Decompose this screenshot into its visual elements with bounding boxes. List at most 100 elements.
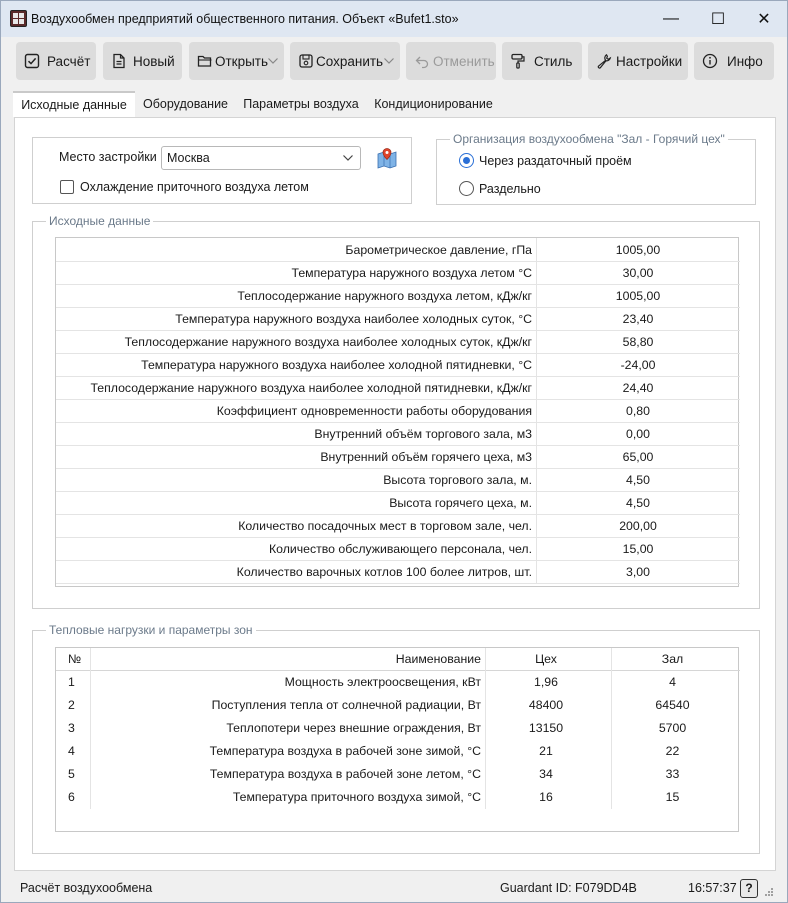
paint-roller-icon <box>511 53 525 69</box>
source-data-param-value[interactable]: 30,00 <box>537 262 739 285</box>
save-button-label: Сохранить <box>316 53 384 69</box>
map-pin-icon[interactable] <box>376 147 398 169</box>
source-data-grid: Барометрическое давление, гПа 1005,00 Темп… <box>55 237 740 587</box>
source-data-row: Высота горячего цеха, м. 4,50 <box>56 492 740 515</box>
grid-column-divider <box>90 648 91 809</box>
heat-loads-cell-shop[interactable]: 48400 <box>485 694 607 717</box>
source-data-row: Температура наружного воздуха летом °С 30… <box>56 262 740 285</box>
source-data-param-name: Внутренний объём торгового зала, м3 <box>314 427 532 441</box>
open-button[interactable]: Открыть <box>189 42 284 80</box>
source-data-param-value[interactable]: 23,40 <box>537 308 739 331</box>
tab-equipment[interactable]: Оборудование <box>135 91 236 117</box>
heat-loads-cell-num: 2 <box>68 698 75 712</box>
source-data-param-name: Количество варочных котлов 100 более лит… <box>236 565 532 579</box>
heat-loads-cell-hall[interactable]: 22 <box>611 740 734 763</box>
column-header-hall[interactable]: Зал <box>611 648 734 671</box>
column-header-num[interactable]: № <box>56 648 86 671</box>
minimize-button[interactable]: — <box>648 1 694 37</box>
column-header-name[interactable]: Наименование <box>90 648 481 671</box>
cooling-checkbox[interactable] <box>60 180 74 194</box>
heat-loads-cell-hall[interactable]: 5700 <box>611 717 734 740</box>
heat-loads-cell-hall[interactable]: 64540 <box>611 694 734 717</box>
tab-air-conditioning[interactable]: Кондиционирование <box>366 91 501 117</box>
maximize-button[interactable]: ☐ <box>695 1 741 37</box>
style-button-label: Стиль <box>534 53 573 69</box>
heat-loads-row: 3 Теплопотери через внешние ограждения, В… <box>56 717 740 740</box>
heat-loads-cell-hall[interactable]: 15 <box>611 786 734 809</box>
source-data-row: Количество обслуживающего персонала, чел… <box>56 538 740 561</box>
chevron-down-icon <box>343 155 353 161</box>
source-data-param-name: Внутренний объём горячего цеха, м3 <box>320 450 532 464</box>
grid-row-divider <box>56 583 740 584</box>
source-data-title: Исходные данные <box>46 214 154 228</box>
heat-loads-row: 4 Температура воздуха в рабочей зоне зимо… <box>56 740 740 763</box>
heat-loads-cell-hall[interactable]: 4 <box>611 671 734 694</box>
radio-through-opening[interactable] <box>459 153 474 168</box>
source-data-param-value[interactable]: 1005,00 <box>537 285 739 308</box>
close-button[interactable]: ✕ <box>741 1 787 37</box>
heat-loads-cell-shop[interactable]: 16 <box>485 786 607 809</box>
grid-column-divider <box>485 648 486 809</box>
heat-loads-row: 6 Температура приточного воздуха зимой, °… <box>56 786 740 809</box>
source-data-param-value[interactable]: 58,80 <box>537 331 739 354</box>
undo-button-label: Отменить <box>433 53 495 69</box>
source-data-row: Температура наружного воздуха наиболее х… <box>56 354 740 377</box>
title-bar: Воздухообмен предприятий общественного п… <box>1 1 787 37</box>
source-data-param-value[interactable]: 3,00 <box>537 561 739 584</box>
tab-content: Место застройки Москва Охлаждение приточ… <box>14 117 776 871</box>
tab-air-parameters[interactable]: Параметры воздуха <box>236 91 366 117</box>
save-disk-icon <box>299 54 313 68</box>
source-data-param-name: Теплосодержание наружного воздуха наибол… <box>124 335 532 349</box>
settings-button[interactable]: Настройки <box>588 42 688 80</box>
heat-loads-row: 1 Мощность электроосвещения, кВт 1,96 4 <box>56 671 740 694</box>
source-data-param-value[interactable]: 15,00 <box>537 538 739 561</box>
help-button[interactable]: ? <box>740 879 758 898</box>
source-data-param-value[interactable]: -24,00 <box>537 354 739 377</box>
source-data-param-value[interactable]: 4,50 <box>537 469 739 492</box>
info-button-label: Инфо <box>727 53 763 69</box>
app-logo-icon <box>10 10 27 27</box>
heat-loads-cell-shop[interactable]: 13150 <box>485 717 607 740</box>
guardant-id: Guardant ID: F079DD4B <box>500 881 637 895</box>
undo-button[interactable]: Отменить <box>406 42 496 80</box>
source-data-param-name: Теплосодержание наружного воздуха летом,… <box>237 289 532 303</box>
open-button-label: Открыть <box>215 53 269 69</box>
location-select[interactable]: Москва <box>161 146 361 170</box>
heat-loads-cell-shop[interactable]: 1,96 <box>485 671 607 694</box>
source-data-param-value[interactable]: 1005,00 <box>537 239 739 262</box>
chevron-down-icon <box>268 58 278 64</box>
source-data-group: Исходные данные Барометрическое давление… <box>32 214 760 609</box>
calc-button[interactable]: Расчёт <box>16 42 96 80</box>
heat-loads-cell-name: Поступления тепла от солнечной радиации,… <box>211 698 481 712</box>
heat-loads-cell-name: Температура приточного воздуха зимой, °С <box>232 790 481 804</box>
info-circle-icon <box>702 53 718 69</box>
heat-loads-row: 2 Поступления тепла от солнечной радиации… <box>56 694 740 717</box>
heat-loads-cell-shop[interactable]: 21 <box>485 740 607 763</box>
source-data-row: Барометрическое давление, гПа 1005,00 <box>56 239 740 262</box>
resize-grip-icon[interactable] <box>764 887 774 897</box>
folder-open-icon <box>197 55 212 67</box>
status-message: Расчёт воздухообмена <box>20 881 153 895</box>
source-data-param-value[interactable]: 0,80 <box>537 400 739 423</box>
source-data-param-value[interactable]: 200,00 <box>537 515 739 538</box>
grid-column-divider <box>611 648 612 809</box>
heat-loads-cell-shop[interactable]: 34 <box>485 763 607 786</box>
source-data-param-name: Высота горячего цеха, м. <box>389 496 532 510</box>
new-button[interactable]: Новый <box>103 42 182 80</box>
source-data-param-value[interactable]: 4,50 <box>537 492 739 515</box>
source-data-param-value[interactable]: 24,40 <box>537 377 739 400</box>
source-data-param-name: Высота торгового зала, м. <box>383 473 532 487</box>
tab-source-data[interactable]: Исходные данные <box>13 91 135 117</box>
source-data-param-name: Коэффициент одновременности работы обору… <box>216 404 532 418</box>
source-data-row: Количество варочных котлов 100 более лит… <box>56 561 740 584</box>
toolbar: Расчёт Новый Открыть Сохранить Отменить … <box>1 37 787 85</box>
style-button[interactable]: Стиль <box>502 42 582 80</box>
heat-loads-cell-hall[interactable]: 33 <box>611 763 734 786</box>
radio-separately-label: Раздельно <box>479 182 541 196</box>
column-header-shop[interactable]: Цех <box>485 648 607 671</box>
info-button[interactable]: Инфо <box>694 42 774 80</box>
source-data-param-value[interactable]: 65,00 <box>537 446 739 469</box>
radio-separately[interactable] <box>459 181 474 196</box>
save-button[interactable]: Сохранить <box>290 42 400 80</box>
source-data-param-value[interactable]: 0,00 <box>537 423 739 446</box>
